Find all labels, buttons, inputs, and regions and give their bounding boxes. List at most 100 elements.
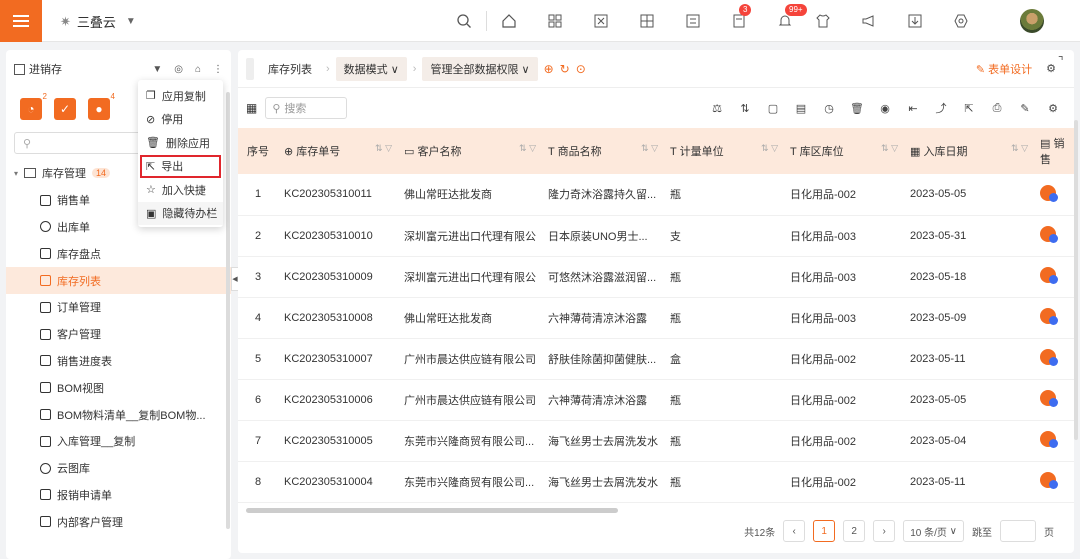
form-design-button[interactable]: ✎ 表单设计 [976,61,1032,77]
menu-icon[interactable] [0,0,42,42]
grid-add-icon[interactable] [635,8,659,34]
app-switcher[interactable]: ✷ 三叠云 ▼ [60,12,136,31]
sort-filter-icon[interactable]: ⇅ ▽ [761,143,778,154]
sidebar-item[interactable]: 销售进度表 [6,348,231,375]
table-row[interactable]: 5 KC202305310007 广州市晨达供应链有限公司 舒肤佳除菌抑菌健肤... 盒… [238,338,1074,379]
sidebar-item[interactable]: BOM视图 [6,374,231,401]
table-row[interactable]: 1 KC202305310011 佛山常旺达批发商 隆力奇沐浴露持久留... 瓶日化用品… [238,174,1074,215]
col-header-product[interactable]: T 商品名称 ⇅ ▽ [542,128,664,174]
sort-filter-icon[interactable]: ⇅ ▽ [1011,143,1028,154]
add-icon[interactable]: ⊕ [544,62,554,76]
table-row[interactable]: 8 KC202305310004 东莞市兴隆商贸有限公司... 海飞丝男士去屑洗发水瓶… [238,461,1074,502]
mode-dropdown[interactable]: 数据模式 ∨ [335,56,407,81]
search-icon: ⚲ [272,102,281,115]
tasks-icon[interactable]: 3 [727,4,752,34]
print-icon[interactable]: ⎙ [990,101,1004,115]
col-header-location[interactable]: T 库区库位 ⇅ ▽ [784,128,904,174]
horizontal-scrollbar[interactable] [246,508,618,513]
table-row[interactable]: 4 KC202305310008 佛山常旺达批发商 六神薄荷清凉沐浴露瓶日化用品-00… [238,297,1074,338]
record-icon[interactable]: ⊙ [576,62,586,76]
doc-icon [40,435,51,447]
sidebar-item[interactable]: 库存盘点 [6,240,231,267]
shirt-icon[interactable] [811,8,835,34]
menu-item-hide-todo[interactable]: ▣ 隐藏待办栏 [138,201,223,225]
search-input[interactable]: ⚲ 搜索 [265,97,348,119]
megaphone-icon[interactable] [857,8,881,34]
sidebar-item[interactable]: 报销申请单 [6,482,231,509]
menu-item-export[interactable]: ⇱ 导出 [140,154,221,178]
form-icon[interactable]: ▤ [794,101,808,115]
refresh-icon[interactable]: ↻ [560,62,570,76]
sort-filter-icon[interactable]: ⇅ ▽ [881,143,898,154]
sidebar-scrollbar[interactable] [226,92,230,529]
home-icon[interactable]: ⌂ [195,64,201,75]
menu-item-disable[interactable]: ⊘ 停用 [138,108,223,132]
table-row[interactable]: 2 KC202305310010 深圳富元进出口代理有限公 日本原装UNO男士... 支… [238,215,1074,256]
text-icon: T [790,146,797,158]
col-header-customer[interactable]: ▭ 客户名称 ⇅ ▽ [398,128,542,174]
template-icon[interactable]: ▢ [766,101,780,115]
scan-icon[interactable] [589,8,613,34]
col-header-unit[interactable]: T 计量单位 ⇅ ▽ [664,128,784,174]
permission-dropdown[interactable]: 管理全部数据权限 ∨ [422,56,538,81]
view-toggle-icon[interactable]: ▦ [246,101,257,115]
sort-filter-icon[interactable]: ⇅ ▽ [519,143,536,154]
search-icon[interactable] [452,8,476,34]
sidebar-item[interactable]: BOM物料清单__复制BOM物... [6,401,231,428]
trash-icon: 🗑 [146,137,160,150]
breadcrumb-list[interactable]: 库存列表 [260,56,320,81]
sort-filter-icon[interactable]: ⇅ ▽ [641,143,658,154]
col-header-sales[interactable]: ▤ 销售 [1034,128,1074,174]
page-1-button[interactable]: 1 [813,520,836,542]
avatar[interactable] [1020,9,1044,33]
quick-user-button[interactable]: ● 4 [88,92,115,120]
col-header-no[interactable]: ⊕ 库存单号 ⇅ ▽ [278,128,398,174]
corner-icon[interactable]: ⌝ [1058,54,1064,68]
filter-icon[interactable]: ⚖ [710,101,724,115]
calendar-icon: ▦ [910,146,921,158]
menu-item-copy-app[interactable]: ❐ 应用复制 [138,84,223,108]
list-icon[interactable] [681,8,705,34]
sidebar-item-active[interactable]: 库存列表 [6,267,231,294]
sort-icon[interactable]: ⇅ [738,101,752,115]
home-icon[interactable] [497,8,521,34]
quick-clock-button[interactable]: ◔ 2 [20,92,47,120]
menu-item-add-shortcut[interactable]: ☆ 加入快捷 [138,178,223,202]
jump-input[interactable] [1000,520,1036,542]
edit-icon[interactable]: ✎ [1018,101,1032,115]
export-icon: ⇱ [146,160,156,173]
chart-icon[interactable]: ⤴ [934,101,948,115]
col-header-date[interactable]: ▦ 入库日期 ⇅ ▽ [904,128,1034,174]
import-icon[interactable]: ⇤ [906,101,920,115]
settings-icon[interactable]: ⚙ [1046,101,1060,115]
share-icon[interactable]: ⇱ [962,101,976,115]
apps-icon[interactable] [543,8,567,34]
table-row[interactable]: 6 KC202305310006 广州市晨达供应链有限公司 六神薄荷清凉沐浴露瓶日化用… [238,379,1074,420]
trash-icon[interactable]: 🗑 [850,101,864,115]
menu-item-delete-app[interactable]: 🗑 删除应用 [138,131,223,155]
sidebar-item[interactable]: 内部客户管理 [6,508,231,535]
history-icon[interactable]: ◷ [822,101,836,115]
bell-icon[interactable]: 99+ [773,4,807,34]
sidebar-item[interactable]: 客户管理 [6,321,231,348]
gear-icon[interactable]: ⚙ [1046,62,1056,75]
prev-page-button[interactable]: ‹ [783,520,806,542]
settings-hex-icon[interactable] [949,8,973,34]
vertical-scrollbar[interactable] [1074,120,1078,440]
chevron-down-icon[interactable]: ▼ [152,64,162,75]
page-size-select[interactable]: 10 条/页 ∨ [903,520,964,542]
eye-icon[interactable]: ◉ [878,101,892,115]
sidebar-item[interactable]: 订单管理 [6,294,231,321]
quick-check-button[interactable]: ✓ [54,98,76,120]
more-icon[interactable]: ⋮ [213,64,223,75]
dashboard-icon[interactable]: ◎ [174,64,183,75]
sidebar-item[interactable]: 入库管理__复制 [6,428,231,455]
download-icon[interactable] [903,8,927,34]
sort-filter-icon[interactable]: ⇅ ▽ [375,143,392,154]
page-2-button[interactable]: 2 [843,520,866,542]
back-button[interactable] [246,57,254,80]
sidebar-item[interactable]: 云图库 [6,455,231,482]
table-row[interactable]: 3 KC202305310009 深圳富元进出口代理有限公 可悠然沐浴露滋润留... 瓶… [238,256,1074,297]
table-row[interactable]: 7 KC202305310005 东莞市兴隆商贸有限公司... 海飞丝男士去屑洗发水瓶… [238,420,1074,461]
next-page-button[interactable]: › [873,520,896,542]
